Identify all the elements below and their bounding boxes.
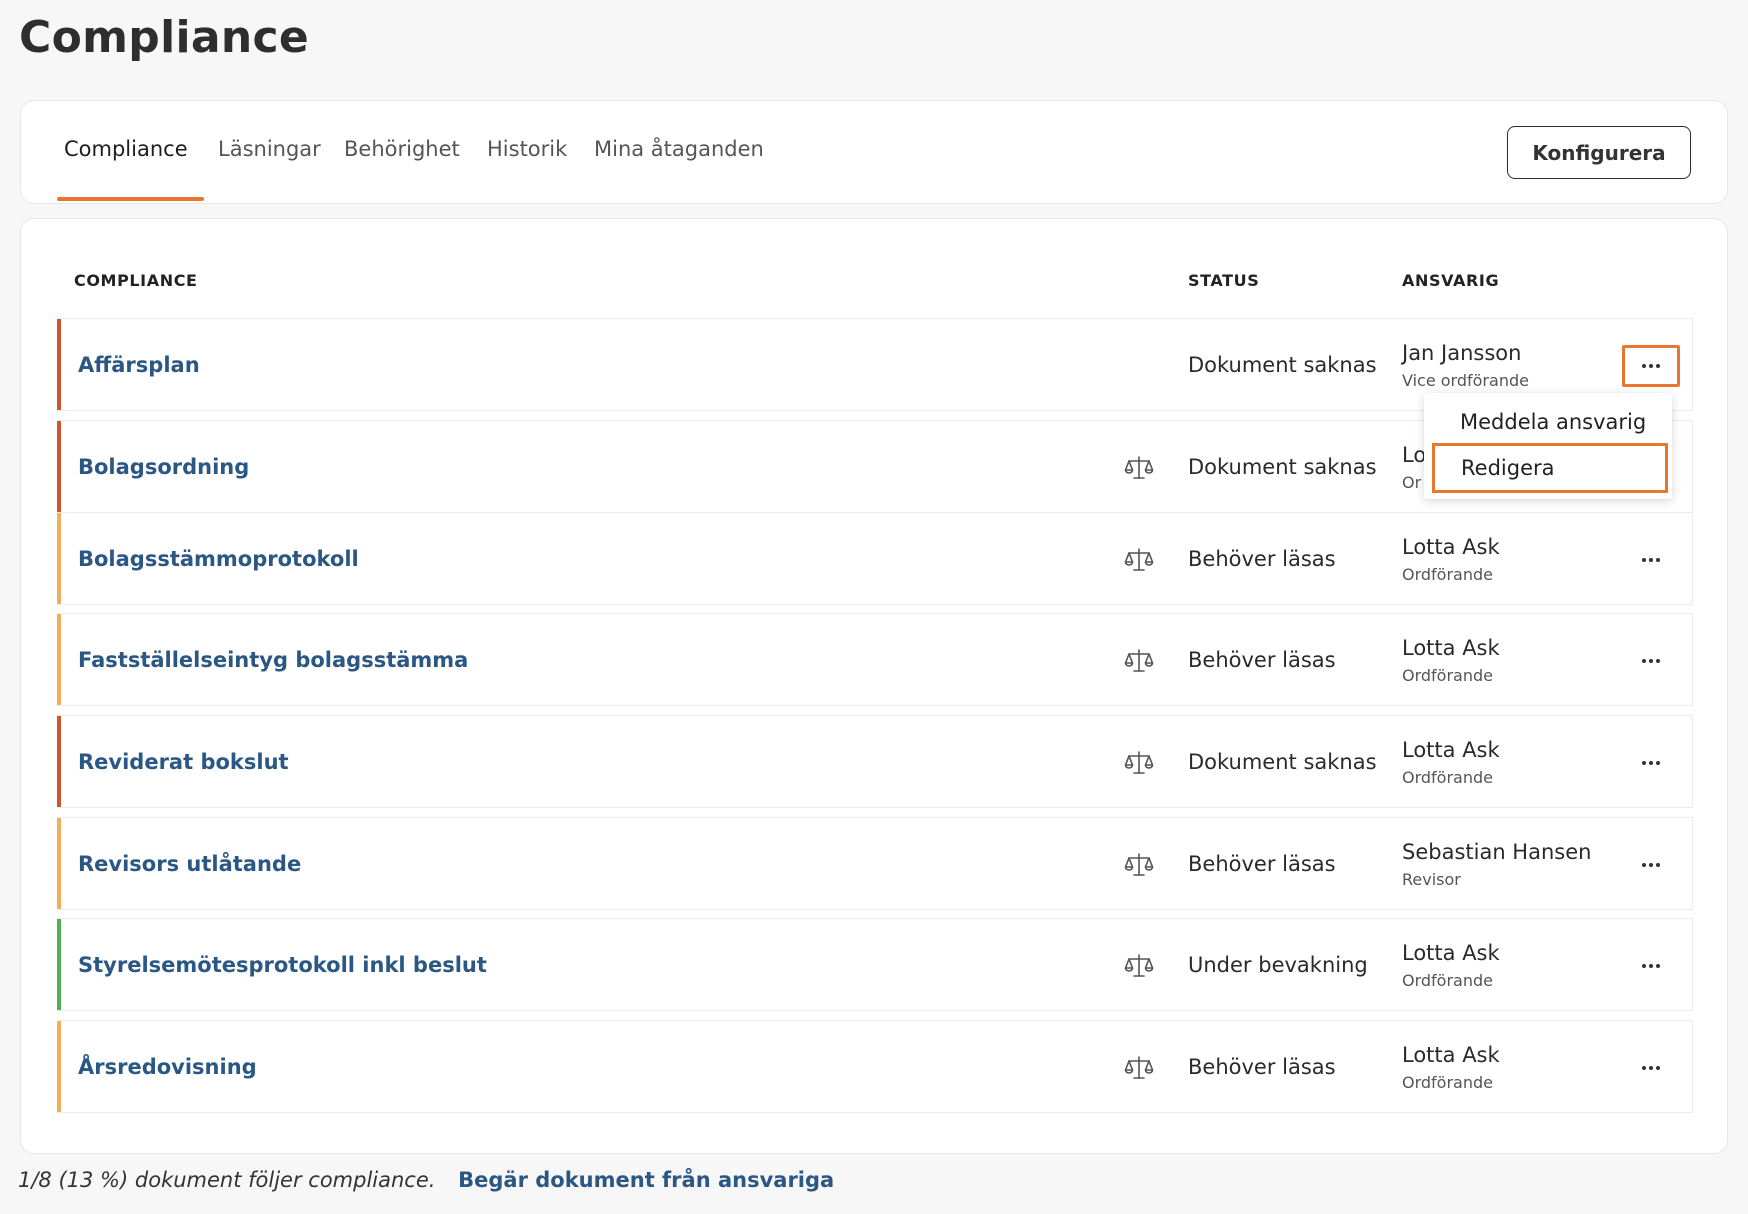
ellipsis-icon [1642, 1066, 1660, 1070]
row-options-menu: Meddela ansvarig Redigera [1424, 393, 1672, 499]
responsible-name: Jan Jansson [1402, 341, 1522, 365]
page: Compliance Compliance Läsningar Behörigh… [0, 0, 1748, 1214]
page-title: Compliance [19, 12, 309, 63]
table-row[interactable]: Fastställelseintyg bolagsstämma Behöver … [57, 613, 1693, 706]
ellipsis-icon [1642, 364, 1660, 368]
more-options-button[interactable] [1622, 539, 1680, 581]
compliance-summary: 1/8 (13 %) dokument följer compliance. B… [18, 1168, 834, 1192]
ellipsis-icon [1642, 863, 1660, 867]
tab-lasningar[interactable]: Läsningar [218, 137, 321, 161]
status-text: Dokument saknas [1188, 750, 1377, 774]
table-row[interactable]: Styrelsemötesprotokoll inkl beslut Under… [57, 918, 1693, 1011]
responsible-role: Vice ordförande [1402, 371, 1529, 390]
scales-icon [1124, 751, 1154, 774]
status-indicator-bar [57, 919, 61, 1010]
column-header-compliance: COMPLIANCE [74, 271, 198, 290]
responsible-role: Ordförande [1402, 971, 1493, 990]
status-indicator-bar [57, 716, 61, 807]
responsible-role: Ordförande [1402, 768, 1493, 787]
status-text: Under bevakning [1188, 953, 1368, 977]
responsible-role: Revisor [1402, 870, 1461, 889]
document-link[interactable]: Bolagsordning [78, 455, 249, 479]
more-options-button[interactable] [1622, 345, 1680, 387]
request-documents-link[interactable]: Begär dokument från ansvariga [458, 1168, 834, 1192]
ellipsis-icon [1642, 761, 1660, 765]
summary-text: 1/8 (13 %) dokument följer compliance. [18, 1168, 436, 1192]
document-link[interactable]: Årsredovisning [78, 1055, 257, 1079]
document-link[interactable]: Revisors utlåtande [78, 852, 301, 876]
scales-icon [1124, 456, 1154, 479]
tab-bar-card: Compliance Läsningar Behörighet Historik… [20, 100, 1728, 204]
status-indicator-bar [57, 319, 61, 410]
scales-icon [1124, 548, 1154, 571]
responsible-name: Sebastian Hansen [1402, 840, 1592, 864]
responsible-name: Lotta Ask [1402, 636, 1500, 660]
responsible-name: Lo [1402, 443, 1427, 467]
ellipsis-icon [1642, 964, 1660, 968]
tab-behorighet[interactable]: Behörighet [344, 137, 460, 161]
responsible-role: Or [1402, 473, 1422, 492]
column-header-responsible: ANSVARIG [1402, 271, 1500, 290]
tab-mina-ataganden[interactable]: Mina åtaganden [594, 137, 764, 161]
more-options-button[interactable] [1622, 742, 1680, 784]
compliance-table: COMPLIANCE STATUS ANSVARIG Affärsplan Do… [20, 218, 1728, 1154]
table-row[interactable]: Bolagsstämmoprotokoll Behöver läsas Lott… [57, 512, 1693, 605]
status-text: Behöver läsas [1188, 1055, 1336, 1079]
configure-button[interactable]: Konfigurera [1507, 126, 1691, 179]
table-row[interactable]: Reviderat bokslut Dokument saknas Lotta … [57, 715, 1693, 808]
status-text: Dokument saknas [1188, 455, 1377, 479]
responsible-name: Lotta Ask [1402, 1043, 1500, 1067]
responsible-name: Lotta Ask [1402, 535, 1500, 559]
document-link[interactable]: Reviderat bokslut [78, 750, 289, 774]
status-text: Dokument saknas [1188, 353, 1377, 377]
responsible-role: Ordförande [1402, 666, 1493, 685]
status-indicator-bar [57, 614, 61, 705]
ellipsis-icon [1642, 558, 1660, 562]
document-link[interactable]: Bolagsstämmoprotokoll [78, 547, 359, 571]
status-indicator-bar [57, 513, 61, 604]
responsible-role: Ordförande [1402, 1073, 1493, 1092]
scales-icon [1124, 1056, 1154, 1079]
ellipsis-icon [1642, 659, 1660, 663]
active-tab-indicator [57, 197, 204, 201]
scales-icon [1124, 954, 1154, 977]
column-header-status: STATUS [1188, 271, 1260, 290]
responsible-role: Ordförande [1402, 565, 1493, 584]
tab-historik[interactable]: Historik [487, 137, 567, 161]
menu-item-notify-responsible[interactable]: Meddela ansvarig [1460, 410, 1646, 434]
menu-item-edit[interactable]: Redigera [1432, 443, 1668, 493]
status-text: Behöver läsas [1188, 547, 1336, 571]
status-text: Behöver läsas [1188, 648, 1336, 672]
status-indicator-bar [57, 1021, 61, 1112]
scales-icon [1124, 649, 1154, 672]
more-options-button[interactable] [1622, 1047, 1680, 1089]
document-link[interactable]: Affärsplan [78, 353, 200, 377]
responsible-name: Lotta Ask [1402, 941, 1500, 965]
document-link[interactable]: Fastställelseintyg bolagsstämma [78, 648, 468, 672]
status-indicator-bar [57, 421, 61, 512]
tab-compliance[interactable]: Compliance [64, 137, 188, 161]
more-options-button[interactable] [1622, 640, 1680, 682]
status-text: Behöver läsas [1188, 852, 1336, 876]
responsible-name: Lotta Ask [1402, 738, 1500, 762]
document-link[interactable]: Styrelsemötesprotokoll inkl beslut [78, 953, 487, 977]
more-options-button[interactable] [1622, 945, 1680, 987]
table-row[interactable]: Revisors utlåtande Behöver läsas Sebasti… [57, 817, 1693, 910]
table-row[interactable]: Årsredovisning Behöver läsas Lotta Ask O… [57, 1020, 1693, 1113]
status-indicator-bar [57, 818, 61, 909]
scales-icon [1124, 853, 1154, 876]
more-options-button[interactable] [1622, 844, 1680, 886]
